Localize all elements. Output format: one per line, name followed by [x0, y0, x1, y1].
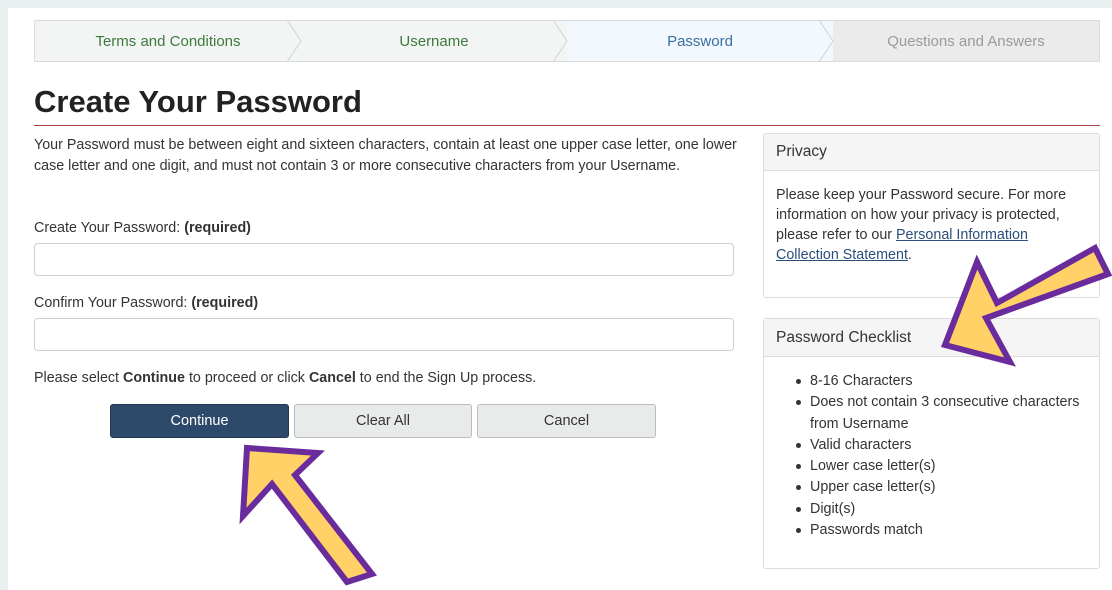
step-chevron-icon — [287, 20, 302, 62]
arrow-icon — [940, 243, 1112, 367]
step-chevron-icon — [819, 20, 834, 62]
step-chevron-icon — [553, 20, 568, 62]
annotation-arrows — [239, 243, 1112, 586]
arrow-icon — [239, 444, 378, 586]
